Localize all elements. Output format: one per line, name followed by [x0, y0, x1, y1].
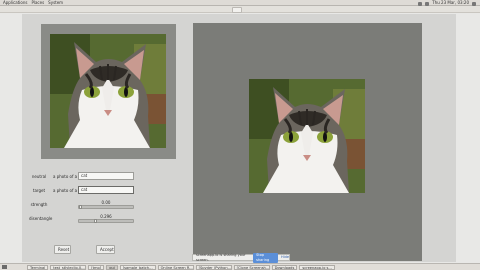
target-input[interactable]: cat — [78, 186, 134, 194]
reset-button[interactable]: Reset — [54, 245, 71, 254]
taskbar-item[interactable]: [Spyder (Python... — [195, 264, 232, 270]
taskbar-item[interactable]: [sample_batch... — [119, 264, 156, 270]
disentangle-slider-thumb[interactable] — [94, 219, 98, 223]
volume-icon[interactable] — [425, 1, 430, 6]
taskbar-item[interactable]: test_stlyleclip.0... — [50, 264, 87, 270]
strength-row: strength 0.00 — [22, 200, 182, 209]
target-prefix: a photo of a — [53, 188, 78, 193]
screen-share-notification: screenapp.io is sharing your screen. Sto… — [192, 252, 290, 263]
neutral-label: neutral — [31, 174, 47, 179]
window-titlebar — [0, 6, 480, 13]
strength-label: strength — [30, 202, 48, 207]
output-image-panel — [193, 23, 422, 261]
source-cat-image — [50, 34, 166, 148]
taskbar: Terminal test_stlyleclip.0... [tmp] gui … — [0, 263, 480, 270]
disentangle-label: disentangle — [29, 216, 53, 221]
disentangle-row: disentangle 0.296 — [22, 214, 182, 223]
output-cat-image — [249, 79, 365, 193]
taskbar-item[interactable]: screenapp.io s... — [299, 264, 335, 270]
strength-slider[interactable] — [78, 205, 134, 209]
disentangle-slider[interactable] — [78, 219, 134, 223]
neutral-prefix: a photo of a — [53, 174, 78, 179]
network-icon[interactable] — [418, 1, 423, 6]
strength-slider-thumb[interactable] — [79, 205, 82, 209]
hide-button[interactable]: Hide — [281, 255, 289, 260]
target-label: target — [32, 188, 46, 193]
neutral-row: neutral a photo of a cat — [22, 172, 182, 181]
neutral-input[interactable]: cat — [78, 172, 134, 180]
cat-photo-graphic — [50, 34, 166, 148]
taskbar-item[interactable]: Terminal — [27, 264, 49, 270]
show-desktop-icon[interactable] — [2, 265, 7, 269]
taskbar-item[interactable]: Downloads — [271, 264, 298, 270]
share-message: screenapp.io is sharing your screen. — [196, 252, 246, 262]
cat-photo-graphic — [249, 79, 365, 193]
accept-button[interactable]: Accept — [96, 245, 115, 254]
styleclip-app-window: neutral a photo of a cat target a photo … — [22, 14, 456, 262]
source-image-panel — [41, 24, 176, 159]
taskbar-item[interactable]: [tmp] — [88, 264, 105, 270]
taskbar-item[interactable]: [Clone Screensh... — [233, 264, 270, 270]
stop-sharing-button[interactable]: Stop sharing — [253, 252, 279, 263]
target-row: target a photo of a cat — [22, 186, 182, 195]
power-icon[interactable] — [472, 1, 476, 6]
taskbar-item[interactable]: Online Screen R... — [157, 264, 194, 270]
taskbar-item[interactable]: gui — [106, 264, 118, 270]
window-drag-handle[interactable] — [232, 7, 242, 13]
